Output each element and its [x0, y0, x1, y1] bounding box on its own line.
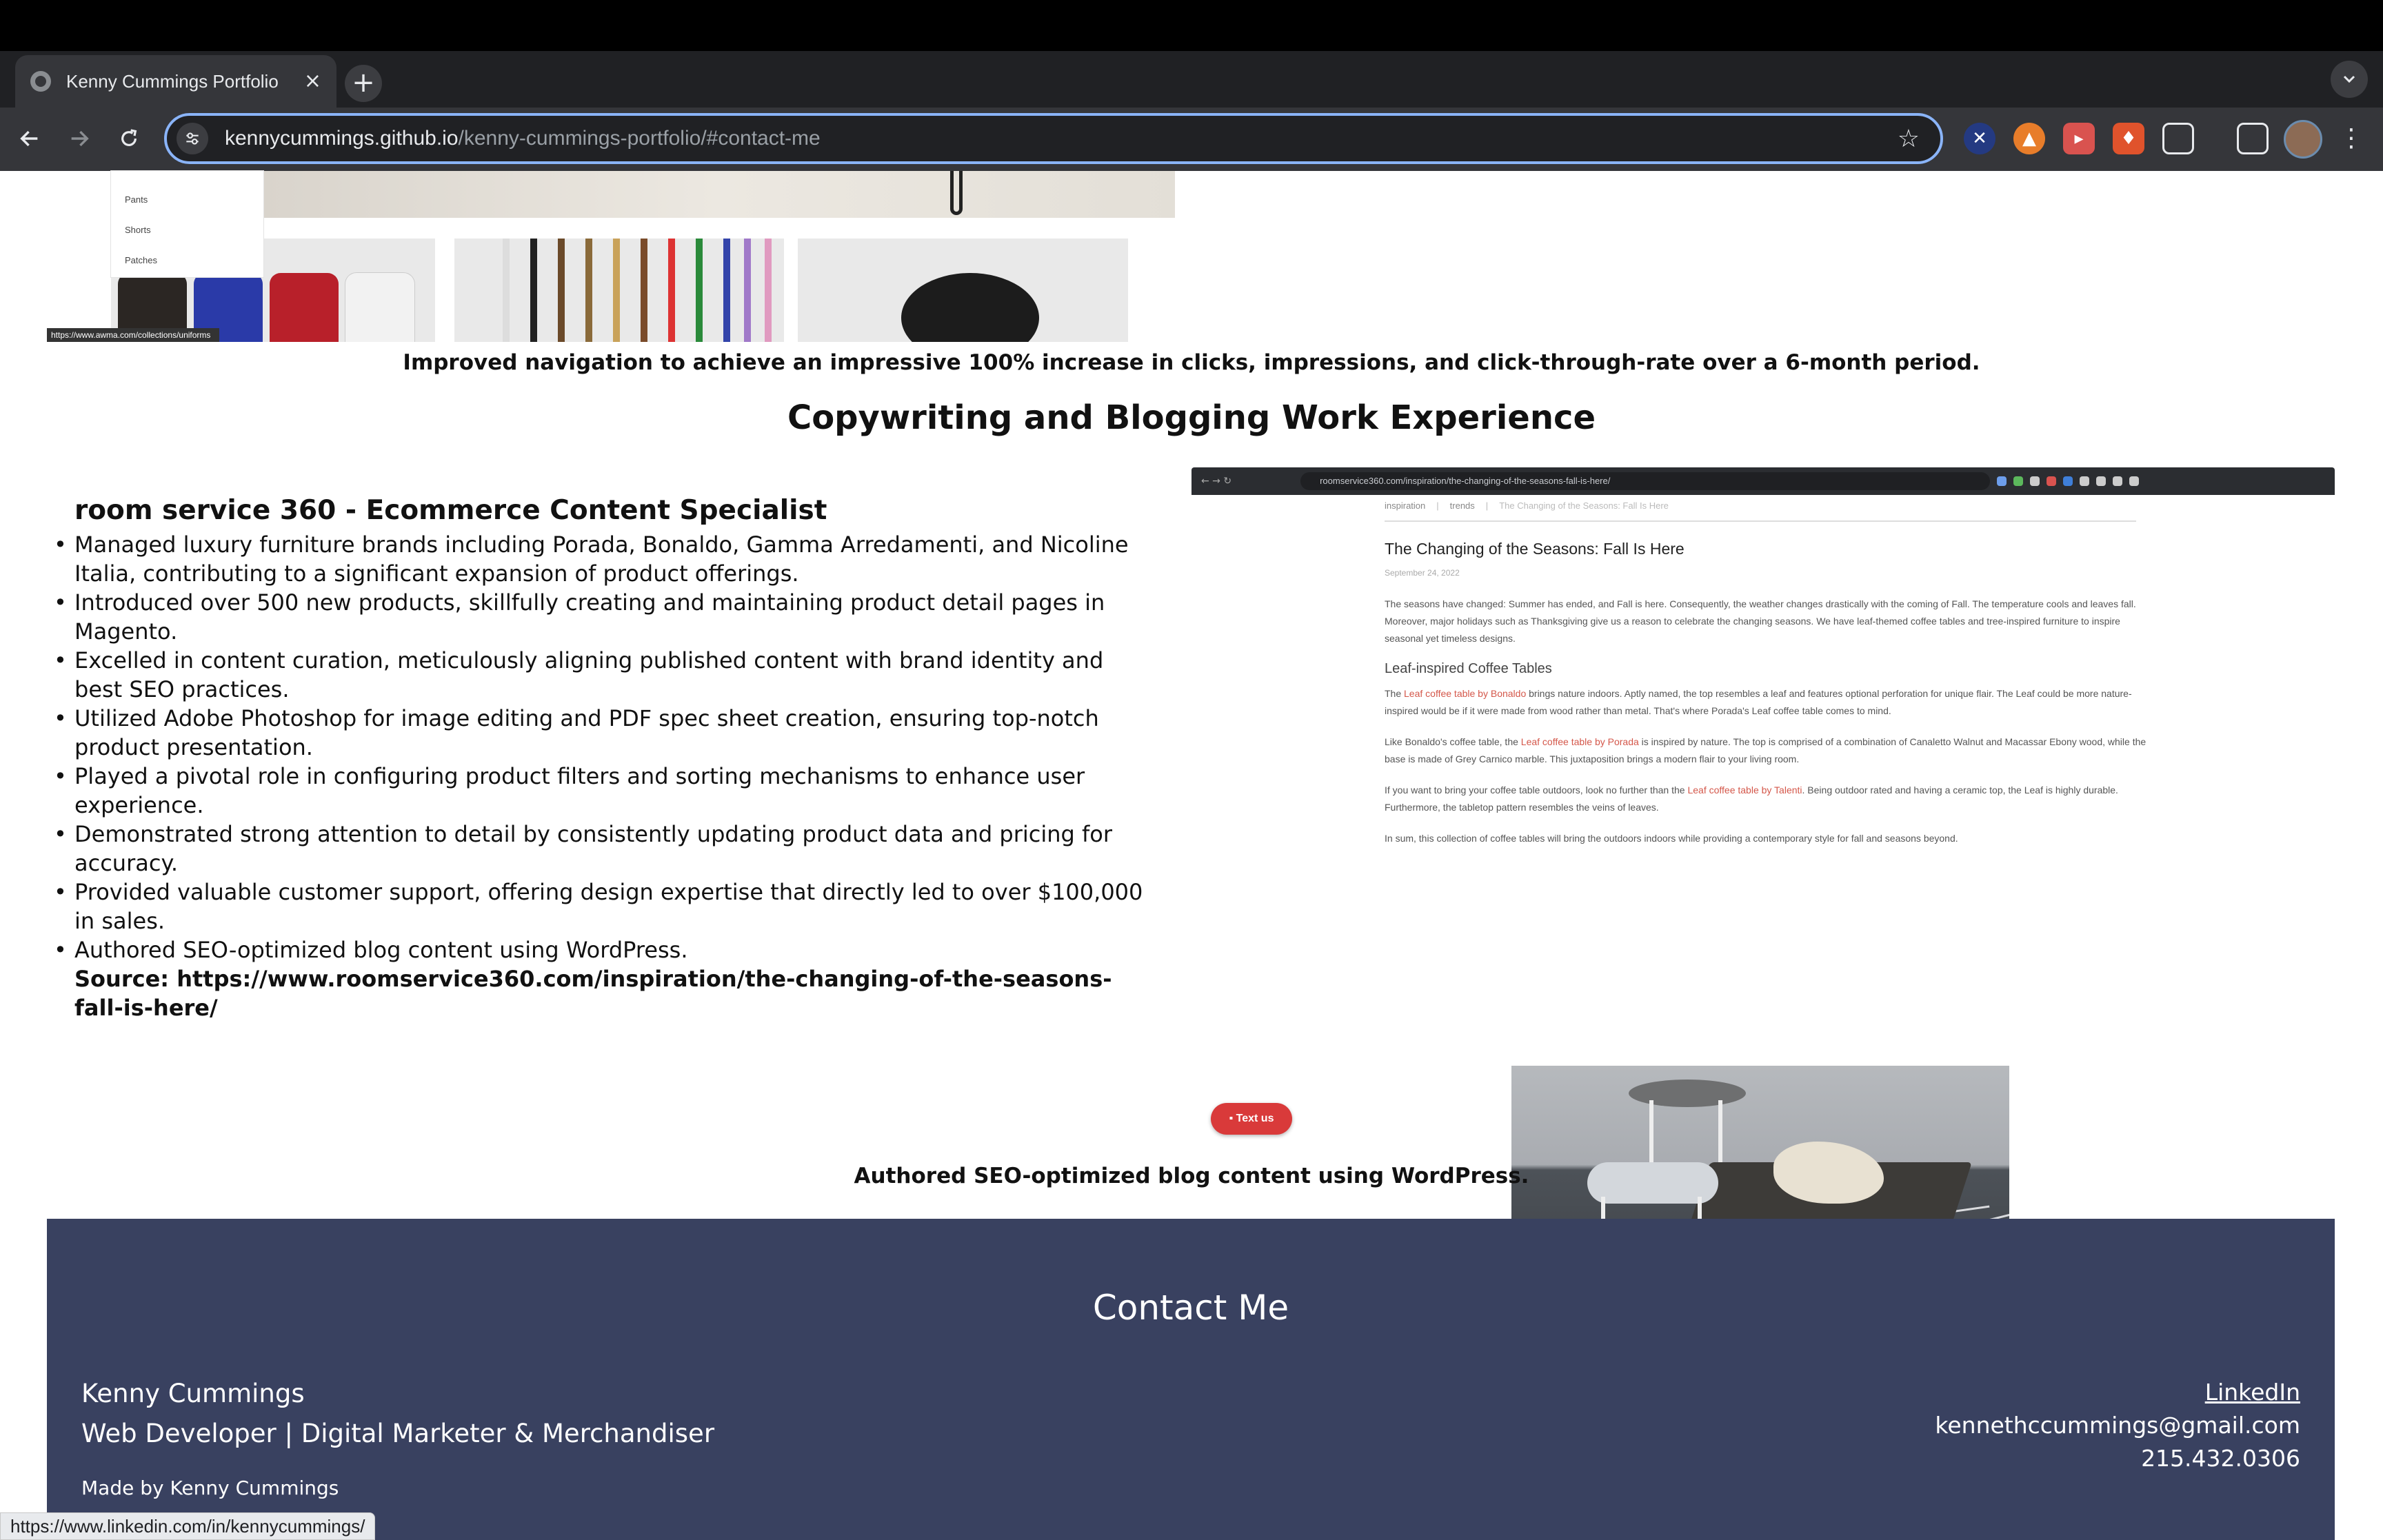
footer-role: Web Developer | Digital Marketer & Merch…: [81, 1419, 715, 1448]
footer-made-by: Made by Kenny Cummings: [81, 1477, 339, 1499]
menu-item-pants[interactable]: Pants: [125, 194, 148, 205]
reload-icon: [121, 129, 137, 146]
job-title: room service 360 - Ecommerce Content Spe…: [74, 495, 827, 526]
footer-name: Kenny Cummings: [81, 1379, 305, 1408]
forward-arrow-icon: [71, 130, 89, 147]
list-item: Introduced over 500 new products, skillf…: [54, 588, 1150, 646]
blog-paragraph: The seasons have changed: Summer has end…: [1385, 598, 2136, 644]
forward-button[interactable]: [58, 117, 101, 160]
tab-title: Kenny Cummings Portfolio: [66, 70, 279, 92]
tab-search-button[interactable]: [2331, 61, 2368, 98]
flame-extension-icon[interactable]: ♦: [2113, 123, 2144, 154]
list-item: Managed luxury furniture brands includin…: [54, 530, 1150, 588]
list-item: Demonstrated strong attention to detail …: [54, 820, 1150, 878]
hero-image: [263, 171, 1175, 218]
screen-top-bar: [0, 0, 2383, 51]
blog-browser-bar: ← → ↻ roomservice360.com/inspiration/the…: [1192, 467, 2335, 495]
list-item: Provided valuable customer support, offe…: [54, 878, 1150, 935]
puzzle-icon[interactable]: [2162, 123, 2194, 154]
blog-date: September 24, 2022: [1385, 568, 1460, 578]
blog-paragraph: The Leaf coffee table by Bonaldo brings …: [1385, 688, 2132, 716]
job-entry: room service 360 - Ecommerce Content Spe…: [54, 495, 1150, 1022]
blog-url: roomservice360.com/inspiration/the-chang…: [1300, 472, 1991, 490]
blog-paragraph: In sum, this collection of coffee tables…: [1385, 833, 1958, 844]
text-us-button[interactable]: ▪ Text us: [1211, 1103, 1292, 1135]
source-link[interactable]: Source: https://www.roomservice360.com/i…: [74, 964, 1150, 1022]
blog-link[interactable]: Leaf coffee table by Talenti: [1687, 784, 1802, 796]
record-extension-icon[interactable]: ▸: [2063, 123, 2095, 154]
navigation-screenshot: Pants Shorts Patches https://www.awma.co…: [47, 171, 1175, 342]
section-title: Copywriting and Blogging Work Experience: [787, 398, 1596, 437]
chat-icon: ▪: [1229, 1113, 1236, 1124]
tab-strip: Kenny Cummings Portfolio × +: [0, 51, 2383, 108]
screenshot-status-link: https://www.awma.com/collections/uniform…: [47, 328, 219, 342]
text-us-label: Text us: [1236, 1113, 1274, 1124]
list-item: Authored SEO-optimized blog content usin…: [54, 935, 1150, 964]
blog-article: inspiration | trends | The Changing of the S…: [1385, 495, 2150, 861]
belts-image: [454, 239, 784, 342]
dropdown-menu: Pants Shorts Patches: [111, 171, 263, 277]
footer-title: Contact Me: [1092, 1288, 1289, 1328]
url-host: kennycummings.github.io: [225, 127, 459, 150]
side-panel-icon[interactable]: [2237, 123, 2269, 154]
contact-footer: Contact Me Kenny Cummings Web Developer …: [47, 1219, 2335, 1540]
contact-details: LinkedIn kennethccummings@gmail.com 215.…: [1935, 1376, 2300, 1475]
phone-text: 215.432.0306: [2141, 1445, 2300, 1472]
list-item: Played a pivotal role in configuring pro…: [54, 762, 1150, 820]
browser-tab[interactable]: Kenny Cummings Portfolio ×: [15, 55, 336, 108]
breadcrumb-item: inspiration: [1385, 500, 1426, 511]
tune-icon[interactable]: [177, 123, 208, 154]
breadcrumb: inspiration | trends | The Changing of the S…: [1385, 495, 2136, 522]
new-tab-button[interactable]: +: [345, 65, 382, 102]
close-icon[interactable]: ×: [304, 71, 321, 92]
blog-link[interactable]: Leaf coffee table by Porada: [1521, 736, 1639, 747]
menu-item-shorts[interactable]: Shorts: [125, 225, 151, 235]
breadcrumb-item: The Changing of the Seasons: Fall Is Her…: [1499, 500, 1669, 511]
chevron-down-icon: [2343, 75, 2355, 83]
browser-toolbar: kennycummings.github.io/kenny-cummings-p…: [0, 108, 2383, 171]
breadcrumb-item: trends: [1449, 500, 1475, 511]
blog-paragraph: If you want to bring your coffee table o…: [1385, 784, 2118, 813]
profile-avatar[interactable]: [2284, 120, 2322, 159]
url-text: kennycummings.github.io/kenny-cummings-p…: [225, 127, 1898, 150]
blog-screenshot: ← → ↻ roomservice360.com/inspiration/the…: [1192, 467, 2335, 1326]
email-text: kennethccummings@gmail.com: [1935, 1412, 2300, 1439]
gear-image: [798, 239, 1128, 342]
url-path: /kenny-cummings-portfolio/#contact-me: [458, 127, 821, 150]
blog-title: The Changing of the Seasons: Fall Is Her…: [1385, 540, 1685, 558]
linkedin-link[interactable]: LinkedIn: [2205, 1379, 2300, 1406]
shield-extension-icon[interactable]: ✕: [1964, 123, 1995, 154]
blog-caption: Authored SEO-optimized blog content usin…: [854, 1164, 1529, 1188]
triangle-extension-icon[interactable]: ▲: [2013, 123, 2045, 154]
blog-paragraph: Like Bonaldo's coffee table, the Leaf co…: [1385, 736, 2146, 764]
kebab-menu-icon[interactable]: ⋮: [2337, 117, 2365, 160]
link-status-bar: https://www.linkedin.com/in/kennycumming…: [0, 1512, 376, 1540]
globe-icon: [30, 71, 51, 92]
list-item: Excelled in content curation, meticulous…: [54, 646, 1150, 704]
back-arrow-icon: [20, 130, 38, 147]
list-item: Utilized Adobe Photoshop for image editi…: [54, 704, 1150, 762]
star-icon[interactable]: ☆: [1898, 125, 1920, 153]
blog-nav-icons: ← → ↻: [1201, 476, 1232, 487]
blog-link[interactable]: Leaf coffee table by Bonaldo: [1404, 688, 1526, 699]
blog-subheading: Leaf-inspired Coffee Tables: [1385, 661, 1552, 676]
back-button[interactable]: [8, 117, 51, 160]
reload-button[interactable]: [108, 117, 150, 160]
navigation-caption: Improved navigation to achieve an impres…: [403, 350, 1980, 375]
address-bar[interactable]: kennycummings.github.io/kenny-cummings-p…: [164, 113, 1943, 164]
page-content: Pants Shorts Patches https://www.awma.co…: [0, 171, 2383, 1540]
job-bullets: Managed luxury furniture brands includin…: [54, 530, 1150, 964]
menu-item-patches[interactable]: Patches: [125, 255, 157, 265]
